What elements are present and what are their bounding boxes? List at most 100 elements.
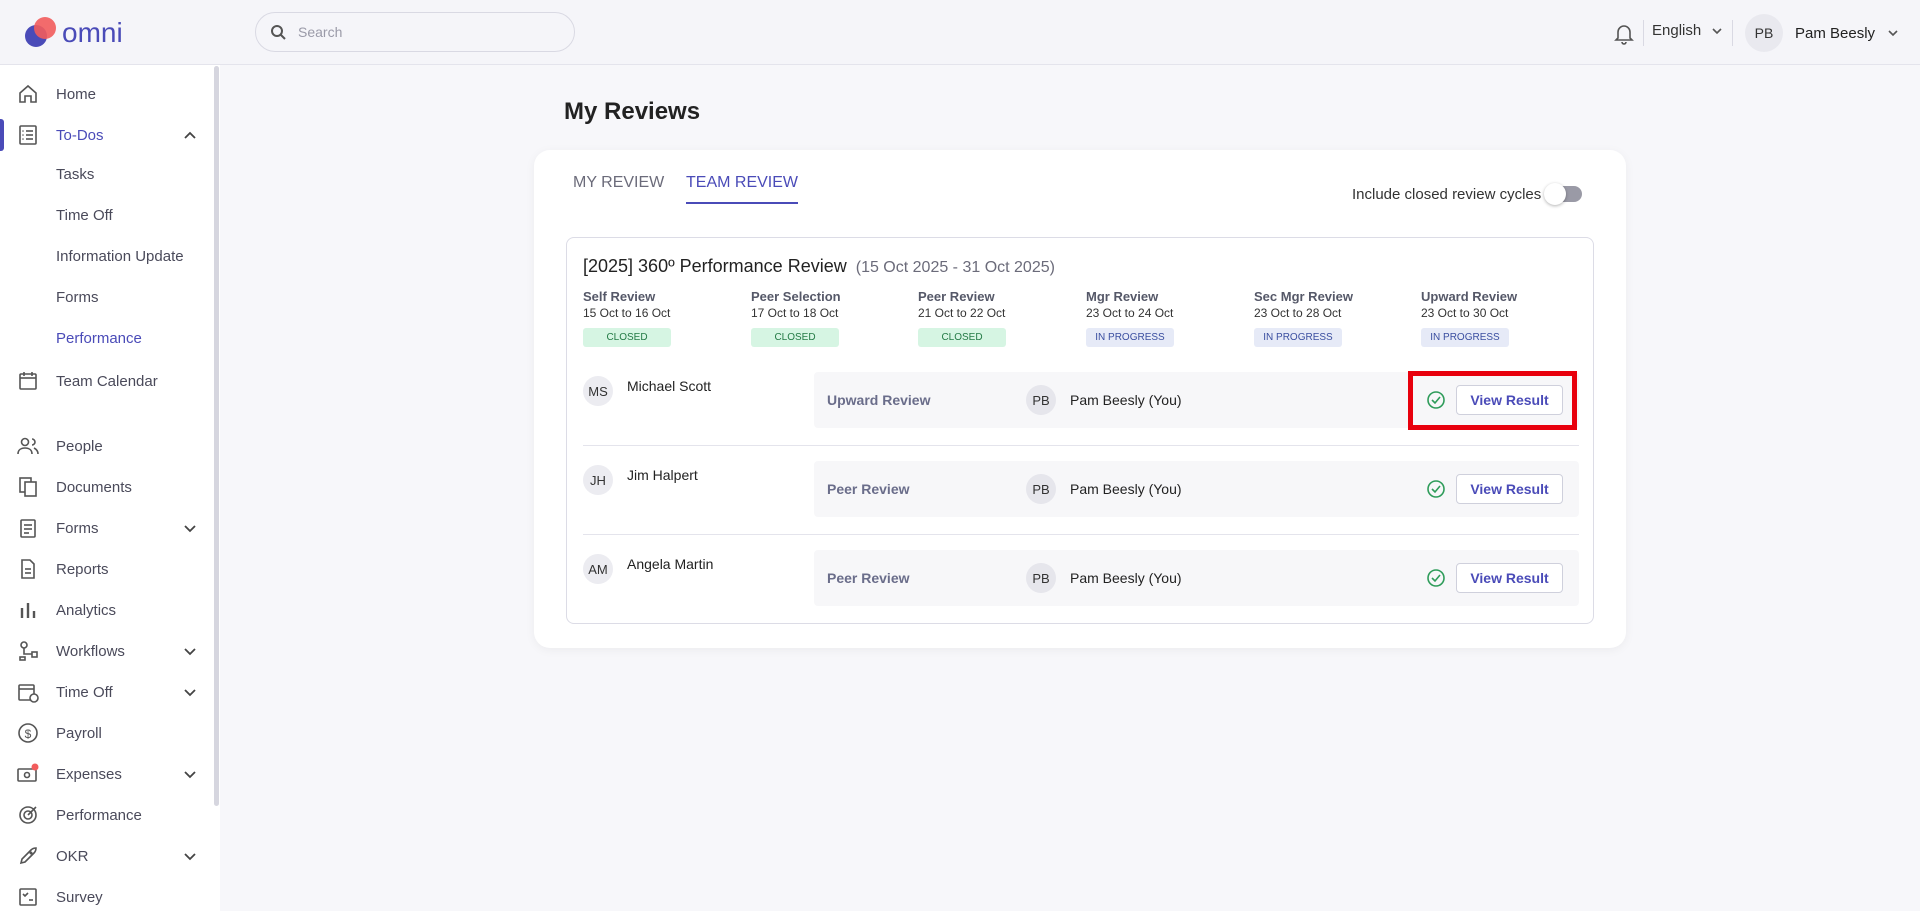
tab-my-review[interactable]: MY REVIEW	[573, 174, 664, 202]
sidebar-item-performance[interactable]: Performance	[0, 795, 214, 835]
sidebar-item-people[interactable]: People	[0, 426, 214, 466]
workflow-icon	[19, 641, 38, 661]
reviewee-name: Michael Scott	[627, 378, 712, 394]
status-badge: IN PROGRESS	[1421, 328, 1509, 347]
sidebar-item-survey[interactable]: Survey	[0, 877, 214, 911]
sidebar-item-label: Analytics	[56, 601, 117, 619]
user-menu[interactable]: PB Pam Beesly	[1745, 14, 1899, 52]
rocket-icon	[19, 847, 37, 865]
review-type: Upward Review	[827, 392, 931, 408]
avatar: PB	[1026, 385, 1056, 415]
sidebar-item-label: Time Off	[56, 683, 113, 701]
user-name: Pam Beesly	[1795, 24, 1876, 42]
subitem-performance[interactable]: Performance	[56, 330, 142, 347]
check-circle-icon	[1427, 569, 1445, 587]
review-cycle-panel: [2025] 360º Performance Review (15 Oct 2…	[566, 237, 1594, 624]
sidebar-item-payroll[interactable]: $ Payroll	[0, 713, 214, 753]
table-row: JH Jim Halpert Peer Review PB Pam Beesly…	[583, 461, 1579, 533]
subitem-tasks[interactable]: Tasks	[56, 166, 94, 183]
check-circle-icon	[1427, 480, 1445, 498]
subitem-information-update[interactable]: Information Update	[56, 248, 184, 265]
sidebar-item-label: Team Calendar	[56, 372, 158, 390]
chevron-up-icon[interactable]	[180, 125, 200, 145]
chevron-down-icon[interactable]	[180, 764, 200, 784]
chevron-down-icon[interactable]	[180, 682, 200, 702]
cycle-name: [2025] 360º Performance Review	[583, 256, 847, 276]
bell-icon[interactable]	[1612, 21, 1636, 45]
documents-icon	[19, 477, 37, 497]
review-type: Peer Review	[827, 481, 910, 497]
include-closed-toggle[interactable]	[1544, 183, 1582, 205]
avatar: PB	[1026, 474, 1056, 504]
phase-name: Upward Review	[1421, 289, 1518, 304]
tab-team-review[interactable]: TEAM REVIEW	[686, 174, 799, 204]
row-divider	[583, 445, 1579, 446]
table-row: AM Angela Martin Peer Review PB Pam Bees…	[583, 550, 1579, 622]
bar-chart-icon	[20, 603, 36, 618]
phase-mgr-review: Mgr Review 23 Oct to 24 Oct IN PROGRESS	[1086, 289, 1236, 347]
subitem-time-off[interactable]: Time Off	[56, 207, 113, 224]
checklist-icon	[19, 125, 37, 145]
cycle-range: (15 Oct 2025 - 31 Oct 2025)	[855, 259, 1055, 276]
dollar-icon: $	[18, 723, 38, 743]
sidebar-item-label: People	[56, 437, 103, 455]
sidebar-item-todos[interactable]: To-Dos	[0, 115, 214, 155]
sidebar-item-reports[interactable]: Reports	[0, 549, 214, 589]
divider	[1732, 20, 1733, 46]
phase-dates: 23 Oct to 30 Oct	[1421, 306, 1509, 320]
language-selector[interactable]: English	[1652, 22, 1723, 39]
reviewer-name: Pam Beesly (You)	[1070, 481, 1182, 497]
avatar: MS	[583, 376, 613, 406]
language-label: English	[1652, 22, 1702, 39]
chevron-down-icon[interactable]	[180, 846, 200, 866]
phase-dates: 17 Oct to 18 Oct	[751, 306, 839, 320]
reviewee-name: Angela Martin	[627, 556, 714, 572]
sidebar: Home To-Dos Tasks Time Off Information U…	[0, 65, 220, 911]
sidebar-item-workflows[interactable]: Workflows	[0, 631, 214, 671]
review-type: Peer Review	[827, 570, 910, 586]
sidebar-item-label: Payroll	[56, 724, 102, 742]
phase-dates: 21 Oct to 22 Oct	[918, 306, 1006, 320]
sidebar-item-expenses[interactable]: Expenses	[0, 754, 214, 794]
sidebar-item-label: To-Dos	[56, 126, 104, 144]
active-indicator	[0, 119, 4, 151]
logo-text: omni	[62, 17, 123, 48]
chevron-down-icon[interactable]	[180, 641, 200, 661]
sidebar-item-label: Expenses	[56, 765, 122, 783]
reviewee-name: Jim Halpert	[627, 467, 698, 483]
sidebar-item-forms[interactable]: Forms	[0, 508, 214, 548]
calendar-icon	[19, 372, 37, 390]
sidebar-item-label: Home	[56, 85, 97, 103]
status-badge: CLOSED	[751, 328, 839, 347]
sidebar-item-okr[interactable]: OKR	[0, 836, 214, 876]
phase-dates: 23 Oct to 24 Oct	[1086, 306, 1174, 320]
omni-logo[interactable]: omni	[22, 12, 142, 52]
phase-dates: 23 Oct to 28 Oct	[1254, 306, 1342, 320]
sidebar-scrollbar[interactable]	[214, 66, 219, 806]
top-bar: omni English PB Pam Beesly	[0, 0, 1920, 65]
sidebar-item-label: Workflows	[56, 642, 125, 660]
sidebar-item-analytics[interactable]: Analytics	[0, 590, 214, 630]
status-badge: CLOSED	[918, 328, 1006, 347]
sidebar-item-time-off[interactable]: Time Off	[0, 672, 214, 712]
search-box[interactable]	[255, 12, 575, 52]
status-badge: IN PROGRESS	[1254, 328, 1342, 347]
phase-peer-selection: Peer Selection 17 Oct to 18 Oct CLOSED	[751, 289, 901, 347]
sidebar-item-documents[interactable]: Documents	[0, 467, 214, 507]
subitem-forms[interactable]: Forms	[56, 289, 99, 306]
sidebar-item-team-calendar[interactable]: Team Calendar	[0, 361, 214, 401]
view-result-button[interactable]: View Result	[1456, 563, 1563, 593]
phase-self-review: Self Review 15 Oct to 16 Oct CLOSED	[583, 289, 733, 347]
sidebar-item-label: Survey	[56, 888, 103, 906]
sidebar-item-home[interactable]: Home	[0, 74, 214, 114]
phase-name: Sec Mgr Review	[1254, 289, 1353, 304]
toggle-label: Include closed review cycles	[1352, 186, 1542, 203]
survey-icon	[19, 888, 37, 906]
view-result-button[interactable]: View Result	[1456, 474, 1563, 504]
chevron-down-icon[interactable]	[180, 518, 200, 538]
search-input[interactable]	[298, 24, 538, 40]
reviewer-name: Pam Beesly (You)	[1070, 570, 1182, 586]
forms-icon	[20, 519, 36, 538]
search-icon	[271, 25, 286, 40]
sidebar-item-label: Documents	[56, 478, 132, 496]
